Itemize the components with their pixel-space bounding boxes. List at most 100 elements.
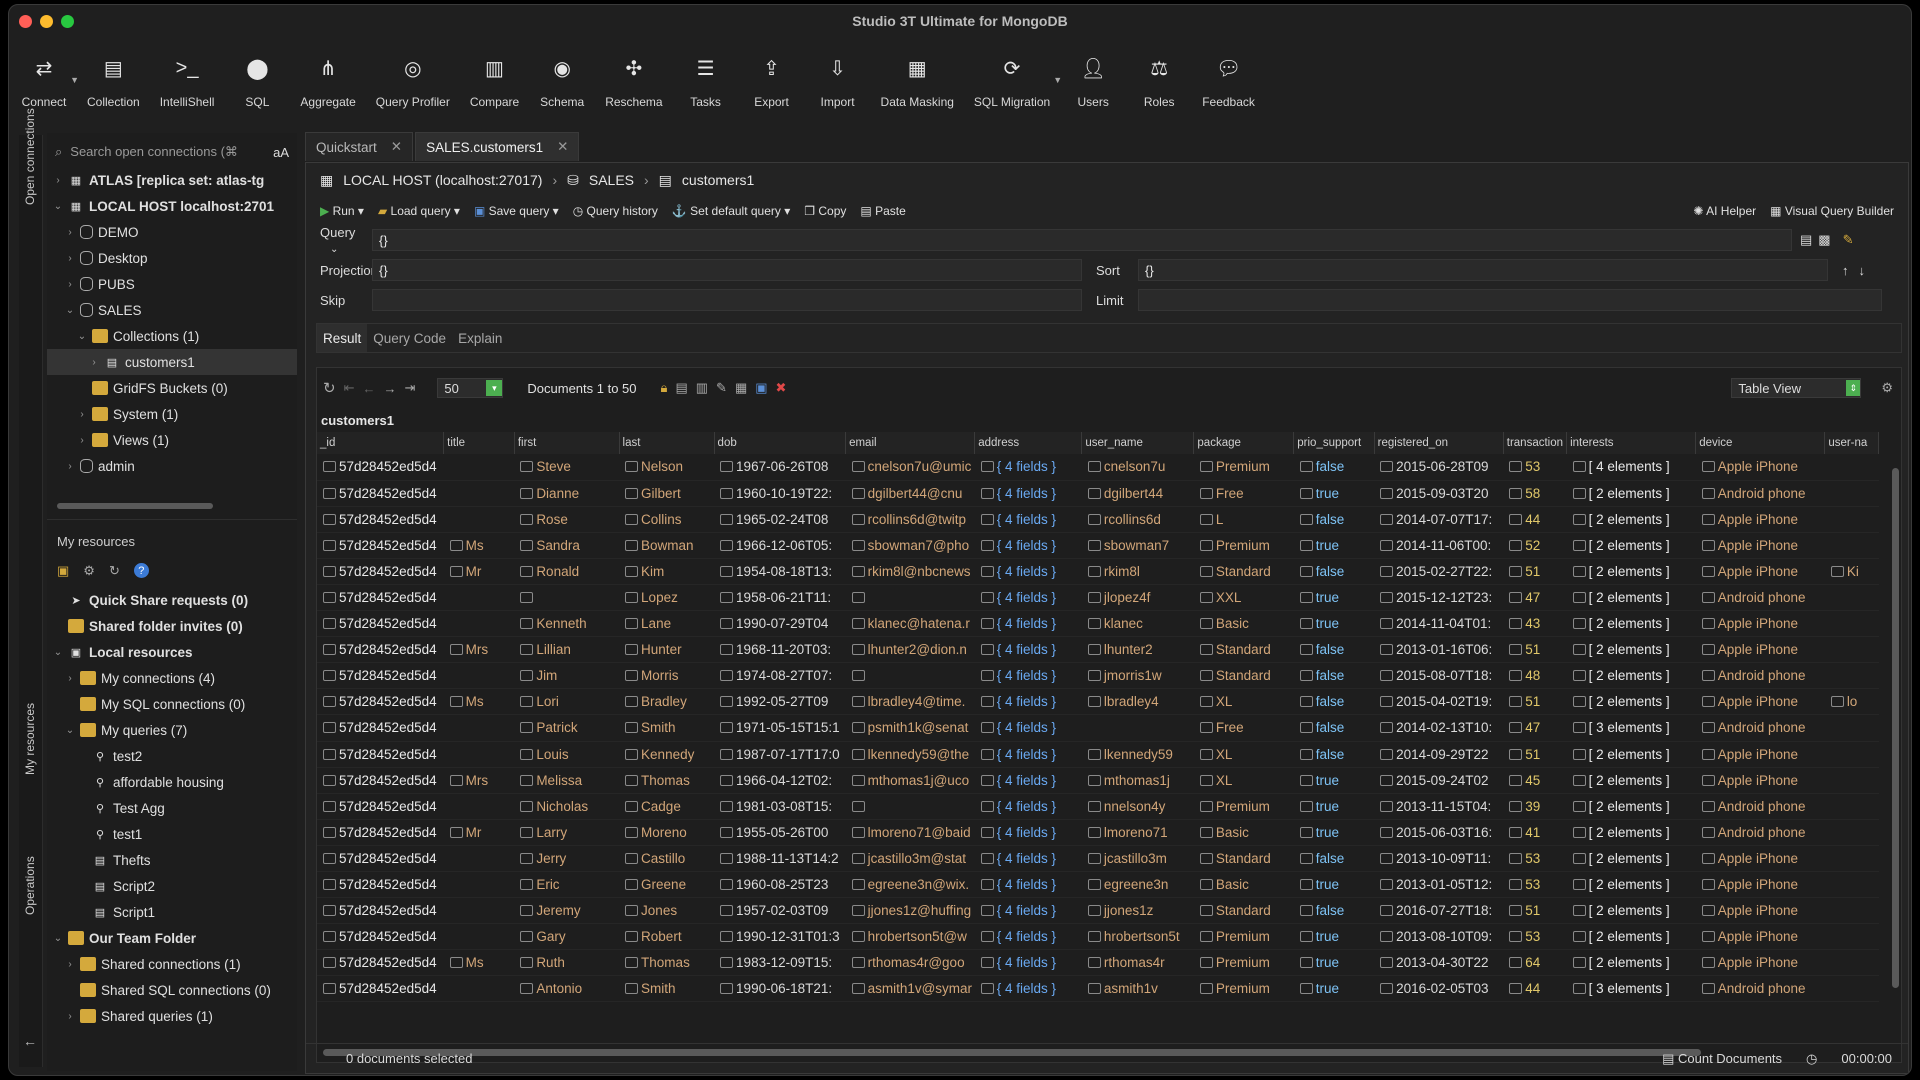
table-cell[interactable] — [443, 897, 515, 925]
table-cell[interactable]: 48 — [1503, 662, 1567, 690]
table-cell[interactable]: Premium — [1193, 923, 1294, 951]
table-cell[interactable]: Free — [1193, 480, 1294, 507]
table-cell[interactable]: Lopez — [619, 584, 715, 612]
table-cell[interactable]: lbradley4 — [1081, 688, 1194, 716]
column-header[interactable]: package — [1193, 432, 1295, 454]
table-cell[interactable]: 1992-05-27T09 — [714, 688, 846, 716]
table-cell[interactable]: 57d28452ed5d4 — [317, 871, 444, 899]
table-cell[interactable]: Cadge — [619, 793, 715, 820]
disclosure-icon[interactable]: ⌄ — [75, 331, 89, 342]
table-cell[interactable] — [845, 793, 975, 820]
tree-item[interactable]: ▤ Thefts — [47, 847, 297, 873]
table-cell[interactable]: psmith1k@senat — [845, 714, 975, 742]
table-cell[interactable]: lhunter2@dion.n — [845, 636, 975, 664]
update-icon[interactable]: ▣ — [755, 380, 767, 396]
tree-item[interactable]: ⚲ test2 — [47, 743, 297, 769]
table-cell[interactable]: { 4 fields } — [974, 767, 1082, 794]
table-cell[interactable]: 43 — [1503, 610, 1567, 638]
table-cell[interactable]: false — [1293, 897, 1375, 925]
table-cell[interactable]: 58 — [1503, 480, 1567, 507]
sort-asc-icon[interactable]: ↑ — [1842, 263, 1849, 278]
table-cell[interactable]: Apple iPhone — [1695, 767, 1825, 794]
tree-scrollbar[interactable] — [57, 503, 213, 509]
table-cell[interactable]: 47 — [1503, 584, 1567, 612]
editor-tab[interactable]: Quickstart ✕ — [305, 132, 414, 161]
table-cell[interactable]: Apple iPhone — [1695, 741, 1825, 768]
view-document-icon[interactable]: ▦ — [735, 380, 747, 396]
case-toggle[interactable]: aA — [273, 145, 289, 160]
table-cell[interactable] — [443, 506, 515, 533]
table-cell[interactable]: 1965-02-24T08 — [714, 506, 846, 533]
table-cell[interactable]: { 4 fields } — [974, 688, 1082, 716]
table-cell[interactable]: { 4 fields } — [974, 741, 1082, 768]
breadcrumb-collection[interactable]: customers1 — [682, 172, 754, 188]
table-cell[interactable]: 1988-11-13T14:2 — [714, 845, 846, 873]
table-cell[interactable] — [845, 584, 975, 612]
help-icon[interactable]: ? — [133, 563, 149, 578]
table-cell[interactable]: false — [1293, 741, 1375, 768]
import-button[interactable]: ⇩ Import — [809, 37, 867, 121]
table-cell[interactable]: Ruth — [514, 949, 620, 977]
table-cell[interactable]: Ki — [1824, 558, 1879, 585]
query-options-icon[interactable]: ▤ — [1800, 232, 1812, 248]
table-cell[interactable]: Apple iPhone — [1695, 636, 1825, 664]
table-cell[interactable]: 2014-07-07T17: — [1374, 506, 1504, 533]
table-cell[interactable]: true — [1293, 975, 1375, 1003]
disclosure-icon[interactable]: › — [63, 461, 77, 472]
tree-item[interactable]: › Desktop — [47, 245, 297, 271]
column-header[interactable]: prio_support — [1293, 432, 1375, 454]
close-icon[interactable]: ✕ — [391, 139, 402, 155]
table-row[interactable]: 57d28452ed5d4 Jeremy Jones 1957-02-03T09 jjo… — [317, 897, 1879, 925]
save-query-button[interactable]: ▣ Save query ▾ — [474, 204, 559, 218]
table-cell[interactable]: sbowman7@pho — [845, 532, 975, 559]
table-cell[interactable]: Mr — [443, 558, 515, 585]
table-row[interactable]: 57d28452ed5d4 Jerry Castillo 1988-11-13T14:… — [317, 845, 1879, 873]
table-cell[interactable]: 2015-09-24T02 — [1374, 767, 1504, 794]
table-cell[interactable]: 2014-11-06T00: — [1374, 532, 1504, 559]
table-cell[interactable]: XXL — [1193, 584, 1294, 612]
table-cell[interactable]: { 4 fields } — [974, 845, 1082, 873]
table-cell[interactable]: 53 — [1503, 845, 1567, 873]
table-cell[interactable]: Apple iPhone — [1695, 949, 1825, 977]
collapse-arrow-icon[interactable]: ← — [23, 1033, 37, 1049]
table-cell[interactable]: rcollins6d@twitp — [845, 506, 975, 533]
table-cell[interactable]: sbowman7 — [1081, 532, 1194, 559]
table-cell[interactable]: { 4 fields } — [974, 584, 1082, 612]
table-cell[interactable]: 57d28452ed5d4 — [317, 636, 444, 664]
table-cell[interactable]: 2015-06-28T09 — [1374, 454, 1504, 481]
delete-icon[interactable]: ✖ — [776, 380, 787, 396]
table-cell[interactable]: { 4 fields } — [974, 793, 1082, 820]
table-cell[interactable] — [1824, 454, 1879, 481]
table-cell[interactable]: jmorris1w — [1081, 662, 1194, 690]
table-cell[interactable]: Smith — [619, 975, 715, 1003]
table-cell[interactable] — [1824, 741, 1879, 768]
table-row[interactable]: 57d28452ed5d4 Mrs Melissa Thomas 1966-04-12T… — [317, 767, 1879, 794]
table-cell[interactable]: Apple iPhone — [1695, 923, 1825, 951]
table-cell[interactable]: 1990-12-31T01:3 — [714, 923, 846, 951]
table-row[interactable]: 57d28452ed5d4 Eric Greene 1960-08-25T23 egre… — [317, 871, 1879, 899]
disclosure-icon[interactable]: › — [87, 357, 101, 368]
table-cell[interactable]: lbradley4@time. — [845, 688, 975, 716]
refresh-icon[interactable]: ↻ — [323, 379, 336, 397]
table-cell[interactable]: 2016-02-05T03 — [1374, 975, 1504, 1003]
table-cell[interactable]: 2013-10-09T11: — [1374, 845, 1504, 873]
tasks-button[interactable]: ☰ Tasks — [677, 37, 735, 121]
operations-tab[interactable]: Operations — [23, 856, 37, 915]
table-cell[interactable]: 52 — [1503, 532, 1567, 559]
column-header[interactable]: device — [1695, 432, 1826, 454]
table-row[interactable]: 57d28452ed5d4 Ms Lori Bradley 1992-05-27T09 l… — [317, 688, 1879, 716]
close-window-button[interactable] — [19, 15, 32, 28]
table-cell[interactable]: Ms — [443, 532, 515, 559]
table-cell[interactable]: Greene — [619, 871, 715, 899]
table-cell[interactable]: Bradley — [619, 688, 715, 716]
breadcrumb-host[interactable]: LOCAL HOST (localhost:27017) — [343, 172, 542, 188]
table-row[interactable]: 57d28452ed5d4 Antonio Smith 1990-06-18T21: a… — [317, 975, 1879, 1003]
table-cell[interactable]: 1981-03-08T15: — [714, 793, 846, 820]
table-cell[interactable]: { 4 fields } — [974, 636, 1082, 664]
table-cell[interactable]: 57d28452ed5d4 — [317, 558, 444, 585]
table-cell[interactable]: Android phone — [1695, 584, 1825, 612]
tree-item[interactable]: Shared folder invites (0) — [47, 613, 297, 639]
table-cell[interactable]: Hunter — [619, 636, 715, 664]
new-folder-icon[interactable]: ▣ — [57, 563, 69, 579]
table-cell[interactable] — [1824, 923, 1879, 951]
